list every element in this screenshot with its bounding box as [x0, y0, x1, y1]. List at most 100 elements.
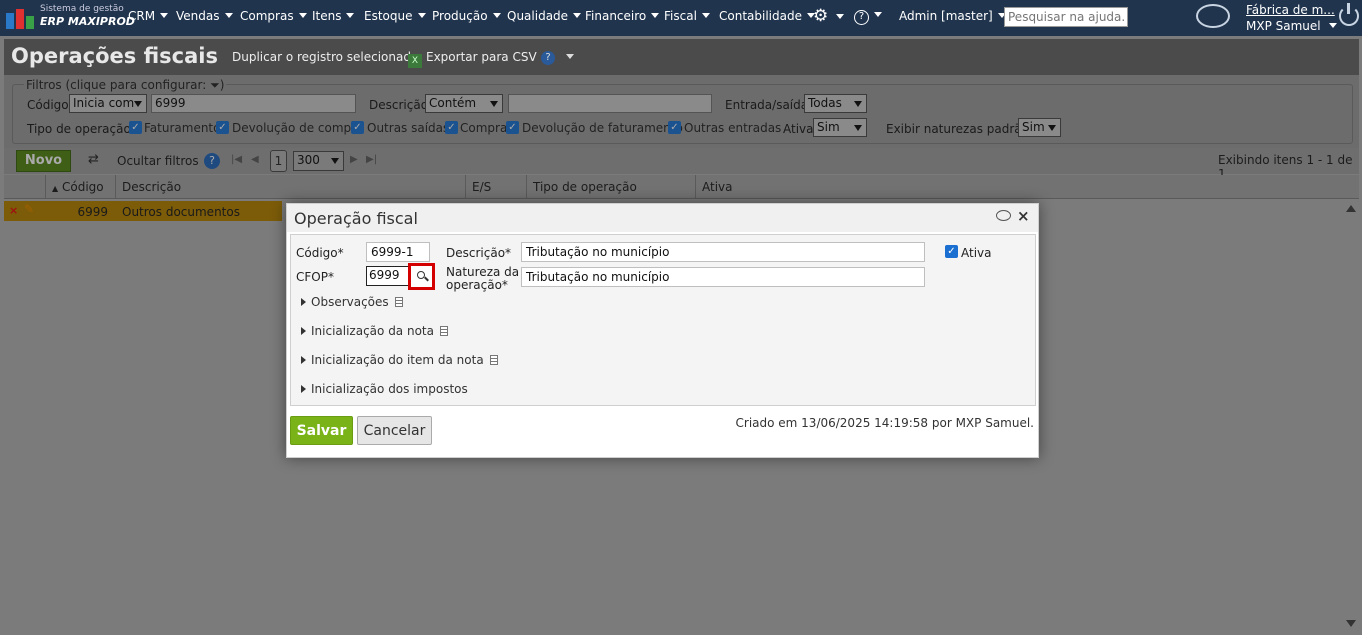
- logo-line1: Sistema de gestão: [40, 4, 124, 14]
- help-icon[interactable]: ?: [541, 51, 555, 65]
- checkbox-compra[interactable]: ✓: [445, 121, 458, 134]
- page-size-select[interactable]: 300: [293, 151, 344, 171]
- novo-button[interactable]: Novo: [16, 150, 71, 172]
- menu-qualidade[interactable]: Qualidade: [507, 9, 582, 23]
- table-row[interactable]: × ✎ 6999 Outros documentos: [4, 201, 282, 221]
- menu-contabilidade[interactable]: Contabilidade: [719, 9, 815, 23]
- menu-itens[interactable]: Itens: [312, 9, 355, 23]
- menu-financeiro[interactable]: Financeiro: [585, 9, 660, 23]
- prev-page-icon[interactable]: ◀: [251, 154, 259, 165]
- descricao-mode-select[interactable]: Contém: [425, 94, 503, 113]
- section-observacoes[interactable]: Observações: [301, 295, 403, 309]
- filter-fieldset: [12, 84, 1353, 144]
- cfop-search-button[interactable]: [408, 263, 435, 290]
- checkbox-outras-saidas[interactable]: ✓: [351, 121, 364, 134]
- more-caret[interactable]: [566, 54, 574, 59]
- entrada-saida-label: Entrada/saída: [725, 98, 809, 112]
- help-icon[interactable]: ?: [854, 8, 882, 25]
- excel-icon: X: [408, 54, 422, 68]
- menu-admin[interactable]: Admin [master]: [899, 9, 1006, 23]
- dialog-body: Código* 6999-1 Descrição* Tributação no …: [290, 234, 1036, 406]
- scroll-down-icon[interactable]: [1346, 620, 1356, 627]
- company-name[interactable]: Fábrica de m...: [1246, 3, 1335, 17]
- top-navigation: Sistema de gestão ERP MAXIPROD CRM Venda…: [0, 0, 1362, 36]
- checkbox-devolucao-compra[interactable]: ✓: [216, 121, 229, 134]
- edit-icon[interactable]: ✎: [24, 202, 34, 216]
- tipo-operacao-label: Tipo de operação: [27, 122, 131, 136]
- checkbox-faturamento[interactable]: ✓: [129, 121, 142, 134]
- menu-fiscal[interactable]: Fiscal: [664, 9, 710, 23]
- dialog-header: Operação fiscal ×: [287, 204, 1038, 232]
- refresh-icon[interactable]: ⇄: [88, 152, 99, 167]
- header-descricao[interactable]: Descrição: [116, 175, 466, 199]
- salvar-button[interactable]: Salvar: [290, 416, 353, 445]
- table-header: ▲ Código Descrição E/S Tipo de operação …: [4, 175, 1359, 199]
- natureza-label: Natureza da operação*: [446, 265, 520, 292]
- ativa-label: Ativa: [961, 246, 992, 260]
- header-es[interactable]: E/S: [466, 175, 527, 199]
- section-inicializacao-nota[interactable]: Inicialização da nota: [301, 324, 448, 338]
- descricao-input[interactable]: Tributação no município: [521, 242, 925, 262]
- descricao-filter-input[interactable]: [508, 94, 712, 113]
- codigo-mode-select[interactable]: Inicia com: [69, 94, 147, 113]
- comment-icon[interactable]: [996, 210, 1011, 221]
- codigo-filter-input[interactable]: 6999: [151, 94, 356, 113]
- section-inicializacao-impostos[interactable]: Inicialização dos impostos: [301, 382, 468, 396]
- ativa-filter-select[interactable]: Sim: [813, 118, 867, 137]
- user-menu[interactable]: MXP Samuel: [1246, 19, 1337, 33]
- descricao-filter-label: Descrição: [369, 98, 429, 112]
- header-ativa[interactable]: Ativa: [696, 175, 1346, 199]
- created-info: Criado em 13/06/2025 14:19:58 por MXP Sa…: [735, 416, 1034, 430]
- header-tipo-operacao[interactable]: Tipo de operação: [527, 175, 696, 199]
- last-page-icon[interactable]: ▶|: [366, 154, 377, 165]
- scroll-up-icon[interactable]: [1346, 205, 1356, 212]
- checkbox-label: Compra: [460, 121, 508, 135]
- first-page-icon[interactable]: |◀: [231, 154, 242, 165]
- scrollbar[interactable]: [1343, 200, 1359, 633]
- ocultar-filtros-button[interactable]: Ocultar filtros: [117, 154, 199, 168]
- header-codigo[interactable]: ▲ Código: [46, 175, 116, 199]
- duplicate-button[interactable]: Duplicar o registro selecionado: [232, 50, 418, 64]
- chat-icon[interactable]: [1196, 4, 1230, 28]
- filter-legend[interactable]: Filtros (clique para configurar: ⏷): [24, 78, 227, 93]
- checkbox-outras-entradas[interactable]: ✓: [668, 121, 681, 134]
- menu-vendas[interactable]: Vendas: [176, 9, 233, 23]
- grid-toolbar: Novo ⇄ Ocultar filtros ? |◀ ◀ 1 300 ▶ ▶|…: [4, 148, 1359, 181]
- export-csv-button[interactable]: X Exportar para CSV: [408, 50, 537, 68]
- codigo-label: Código*: [296, 246, 344, 260]
- page-number-input[interactable]: 1: [270, 150, 287, 172]
- dialog-title: Operação fiscal: [294, 209, 418, 228]
- cfop-input[interactable]: 6999: [366, 266, 410, 286]
- document-icon: [439, 326, 448, 336]
- descricao-label: Descrição*: [446, 246, 512, 260]
- codigo-input[interactable]: 6999-1: [366, 242, 430, 262]
- menu-producao[interactable]: Produção: [432, 9, 501, 23]
- help-search-input[interactable]: [1004, 7, 1128, 27]
- delete-icon[interactable]: ×: [9, 204, 18, 217]
- menu-compras[interactable]: Compras: [240, 9, 307, 23]
- checkbox-devolucao-faturamento[interactable]: ✓: [506, 121, 519, 134]
- naturezas-padrao-select[interactable]: Sim: [1018, 118, 1061, 137]
- document-icon: [489, 355, 498, 365]
- help-icon[interactable]: ?: [204, 153, 220, 169]
- gear-icon[interactable]: ⚙: [813, 6, 845, 26]
- section-inicializacao-item[interactable]: Inicialização do item da nota: [301, 353, 498, 367]
- cancelar-button[interactable]: Cancelar: [357, 416, 432, 445]
- menu-crm[interactable]: CRM: [128, 9, 169, 23]
- filter-panel: Filtros (clique para configurar: ⏷) Códi…: [4, 75, 1359, 148]
- codigo-filter-label: Código: [27, 98, 69, 112]
- checkbox-label: Devolução de compra: [232, 121, 364, 135]
- close-icon[interactable]: ×: [1017, 207, 1030, 225]
- next-page-icon[interactable]: ▶: [350, 154, 358, 165]
- logo-icon[interactable]: [6, 7, 36, 29]
- entrada-saida-select[interactable]: Todas: [804, 94, 867, 113]
- ativa-checkbox[interactable]: ✓: [945, 245, 958, 258]
- page-title: Operações fiscais: [11, 44, 218, 68]
- menu-estoque[interactable]: Estoque: [364, 9, 426, 23]
- checkbox-label: Faturamento: [144, 121, 221, 135]
- row-codigo: 6999: [77, 205, 108, 219]
- logo-line2: ERP MAXIPROD: [40, 15, 135, 28]
- ativa-filter-label: Ativa: [783, 122, 814, 136]
- header-actions: [4, 175, 46, 199]
- natureza-input[interactable]: Tributação no município: [521, 267, 925, 287]
